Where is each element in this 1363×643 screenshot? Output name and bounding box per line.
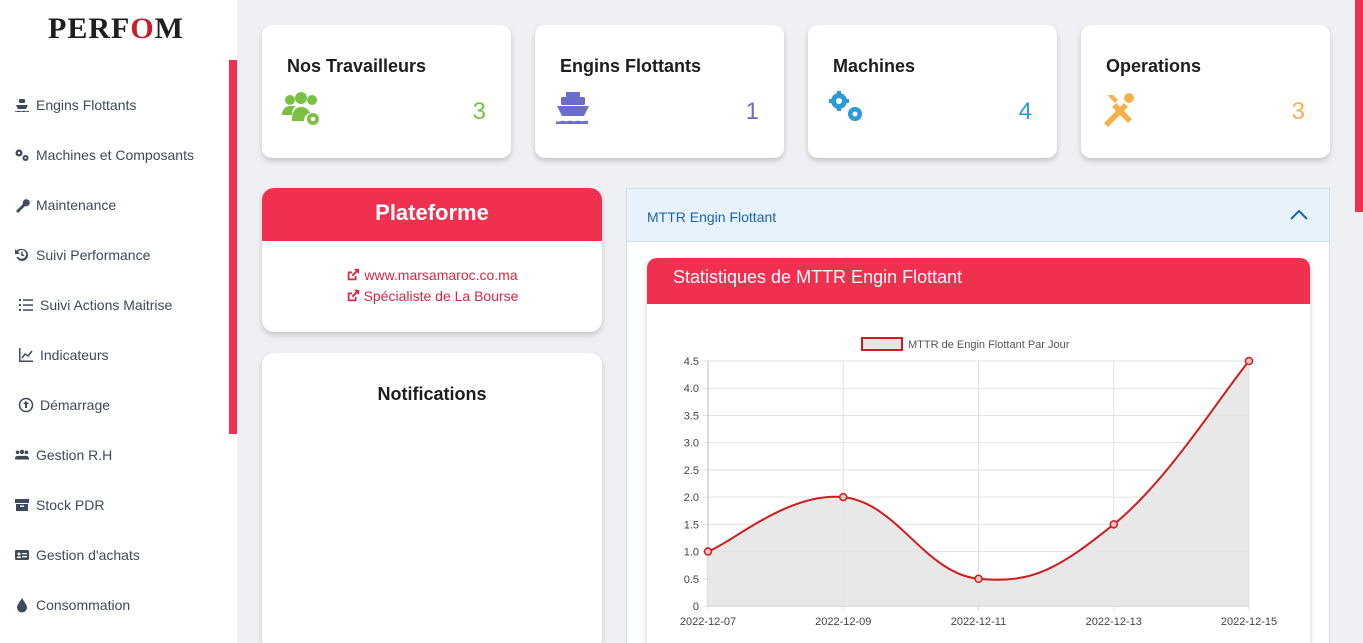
mttr-chart: 0 0.5 1.0 1.5 2.0 2.5 3.0 3.5 4.0 4.5 2022-12-07 20…: [680, 337, 1277, 628]
sidebar-item-label: Machines et Composants: [36, 147, 194, 163]
link-marsamaroc[interactable]: www.marsamaroc.co.ma: [262, 267, 602, 283]
sidebar-item-maintenance[interactable]: Maintenance: [14, 194, 116, 216]
stat-card-operations: Operations 3: [1081, 25, 1330, 158]
mttr-chart-card: Statistiques de MTTR Engin Flottant 0 0.5…: [647, 258, 1310, 643]
x-tick-label: 2022-12-13: [1086, 616, 1142, 628]
tools-icon: [1104, 93, 1134, 127]
sidebar-item-label: Gestion R.H: [36, 447, 113, 463]
legend-swatch: [861, 337, 903, 351]
sidebar-item-gestion-rh[interactable]: Gestion R.H: [14, 444, 112, 466]
sidebar-item-stock-pdr[interactable]: Stock PDR: [14, 494, 104, 516]
sidebar-item-label: Gestion d'achats: [36, 547, 140, 563]
y-tick-label: 2.0: [684, 492, 699, 504]
y-tick-label: 1.0: [684, 547, 699, 559]
arrow-circle-up-icon: [18, 397, 34, 413]
ship-icon: [15, 99, 29, 112]
sidebar-scroll-indicator: [229, 60, 237, 434]
x-tick-label: 2022-12-09: [815, 616, 871, 628]
notifications-title: Notifications: [377, 384, 487, 404]
sidebar-item-indicateurs[interactable]: Indicateurs: [18, 344, 108, 366]
stat-card-value: 3: [472, 98, 486, 125]
ship-icon: [556, 92, 589, 124]
sidebar-item-suivi-performance[interactable]: Suivi Performance: [14, 244, 150, 266]
y-tick-label: 0: [693, 601, 699, 613]
users-cog-icon: [282, 92, 319, 125]
sidebar-item-suivi-actions[interactable]: Suivi Actions Maitrise: [18, 294, 172, 316]
sidebar-item-demarrage[interactable]: Démarrage: [18, 394, 110, 416]
archive-icon: [15, 499, 29, 511]
external-link-icon: [348, 268, 360, 281]
sidebar: PERFOM Engins Flottants Machines et Comp…: [0, 0, 237, 643]
legend-label: MTTR de Engin Flottant Par Jour: [908, 339, 1070, 351]
stat-card-title: Operations: [1106, 56, 1202, 76]
accordion-label: MTTR Engin Flottant: [647, 209, 777, 225]
x-tick-label: 2022-12-15: [1221, 616, 1277, 628]
sidebar-item-gestion-achats[interactable]: Gestion d'achats: [14, 544, 140, 566]
mttr-accordion: MTTR Engin Flottant Statistiques de MTTR…: [626, 188, 1330, 643]
x-tick-label: 2022-12-11: [951, 616, 1006, 628]
external-link-icon: [347, 289, 359, 302]
stat-card-title: Machines: [833, 56, 916, 76]
link-specialiste-bourse[interactable]: Spécialiste de La Bourse: [262, 288, 602, 304]
sidebar-item-label: Engins Flottants: [36, 97, 137, 113]
x-tick-label: 2022-12-07: [680, 616, 736, 628]
page-scrollbar-thumb[interactable]: [1355, 0, 1363, 212]
cogs-icon: [15, 149, 29, 161]
wrench-icon: [16, 199, 30, 213]
stat-card-value: 4: [1018, 98, 1032, 125]
sidebar-item-label: Suivi Actions Maitrise: [40, 297, 173, 313]
y-tick-label: 4.5: [684, 356, 699, 368]
accordion-header[interactable]: MTTR Engin Flottant: [627, 189, 1329, 242]
sidebar-item-label: Suivi Performance: [36, 247, 151, 263]
sidebar-item-label: Stock PDR: [36, 497, 105, 513]
data-point: [1244, 356, 1254, 366]
data-point: [974, 574, 983, 584]
sidebar-item-label: Consommation: [36, 597, 131, 613]
sidebar-item-label: Démarrage: [40, 397, 111, 413]
y-tick-label: 2.5: [684, 465, 699, 477]
y-tick-label: 0.5: [684, 574, 699, 586]
stat-card-title: Nos Travailleurs: [287, 56, 427, 76]
sidebar-item-label: Maintenance: [36, 197, 117, 213]
data-point: [703, 547, 713, 556]
history-icon: [15, 248, 29, 261]
list-icon: [19, 299, 33, 311]
chevron-up-icon[interactable]: [1289, 207, 1309, 223]
stat-card-value: 1: [745, 98, 759, 125]
stat-card-title: Engins Flottants: [560, 56, 701, 76]
data-point: [839, 492, 848, 502]
sidebar-item-label: Indicateurs: [40, 347, 109, 363]
sidebar-item-engins-flottants[interactable]: Engins Flottants: [14, 94, 136, 116]
y-tick-label: 3.0: [684, 438, 699, 450]
data-point: [1109, 520, 1118, 529]
droplet-icon: [17, 598, 27, 613]
plateforme-card: Plateforme www.marsamaroc.co.ma Spéciali…: [262, 188, 602, 332]
stat-card-machines: Machines 4: [808, 25, 1057, 158]
sidebar-item-consommation[interactable]: Consommation: [14, 594, 130, 616]
users-icon: [14, 449, 30, 460]
stat-card-travailleurs: Nos Travailleurs 3: [262, 25, 511, 158]
y-tick-label: 4.0: [684, 383, 699, 395]
plateforme-title: Plateforme: [262, 188, 602, 241]
app-logo[interactable]: PERFOM: [48, 12, 184, 46]
chart-card-title: Statistiques de MTTR Engin Flottant: [647, 258, 1310, 304]
stat-card-value: 3: [1291, 98, 1305, 125]
y-tick-label: 1.5: [684, 519, 699, 531]
sidebar-item-machines-composants[interactable]: Machines et Composants: [14, 144, 194, 166]
notifications-card: Notifications: [262, 353, 602, 643]
id-card-icon: [15, 550, 29, 560]
stat-card-engins: Engins Flottants 1: [535, 25, 784, 158]
y-tick-label: 3.5: [684, 410, 699, 422]
line-chart-icon: [19, 348, 33, 362]
cogs-icon: [829, 91, 862, 121]
